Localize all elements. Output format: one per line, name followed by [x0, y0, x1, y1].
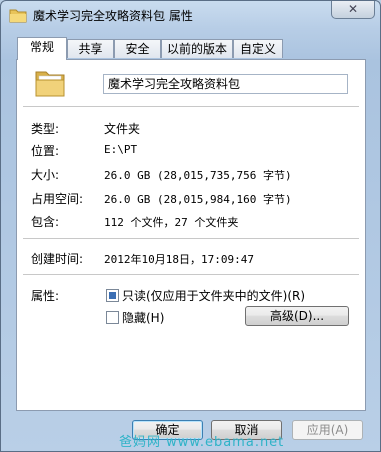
folder-icon: [9, 9, 27, 23]
type-value: 文件夹: [104, 122, 141, 136]
hidden-checkbox[interactable]: [106, 311, 119, 324]
readonly-checkbox[interactable]: [106, 289, 119, 302]
folder-large-icon: [35, 71, 65, 97]
size-on-disk-value: 26.0 GB (28,015,984,160 字节): [104, 193, 292, 206]
readonly-label[interactable]: 只读(仅应用于文件夹中的文件)(R): [122, 287, 305, 304]
type-label: 类型:: [31, 122, 60, 136]
window-title: 魔术学习完全攻略资料包 属性: [33, 9, 193, 23]
tab-general[interactable]: 常规: [17, 37, 67, 60]
title-bar[interactable]: 魔术学习完全攻略资料包 属性 ✕: [1, 1, 380, 29]
tab-customize[interactable]: 自定义: [233, 39, 283, 58]
size-label: 大小:: [31, 168, 60, 182]
close-button[interactable]: ✕: [331, 1, 375, 19]
close-icon: ✕: [347, 2, 359, 16]
size-value: 26.0 GB (28,015,735,756 字节): [104, 169, 292, 182]
location-label: 位置:: [31, 144, 60, 158]
tab-sharing[interactable]: 共享: [67, 39, 114, 58]
divider: [23, 106, 359, 107]
created-value: 2012年10月18日，17:09:47: [104, 253, 254, 266]
size-on-disk-label: 占用空间:: [31, 192, 84, 206]
divider: [23, 274, 359, 275]
hidden-label[interactable]: 隐藏(H): [122, 309, 164, 326]
created-label: 创建时间:: [31, 252, 84, 266]
contains-value: 112 个文件，27 个文件夹: [104, 216, 239, 229]
tab-security[interactable]: 安全: [114, 39, 161, 58]
contains-label: 包含:: [31, 215, 60, 229]
location-value: E:\PT: [104, 143, 138, 156]
folder-name-input[interactable]: 魔术学习完全攻略资料包: [103, 74, 348, 94]
properties-window: 魔术学习完全攻略资料包 属性 ✕ 常规 共享 安全 以前的版本 自定义 魔术学习…: [0, 0, 381, 452]
apply-button[interactable]: 应用(A): [292, 420, 363, 440]
attributes-label: 属性:: [31, 289, 60, 303]
divider: [23, 238, 359, 239]
watermark: 爸妈网 www.ebama.net: [119, 435, 285, 450]
tab-previous-versions[interactable]: 以前的版本: [161, 39, 233, 58]
advanced-button[interactable]: 高级(D)...: [245, 306, 349, 326]
general-panel: 魔术学习完全攻略资料包 类型: 文件夹 位置: E:\PT 大小: 26.0 G…: [16, 59, 366, 411]
